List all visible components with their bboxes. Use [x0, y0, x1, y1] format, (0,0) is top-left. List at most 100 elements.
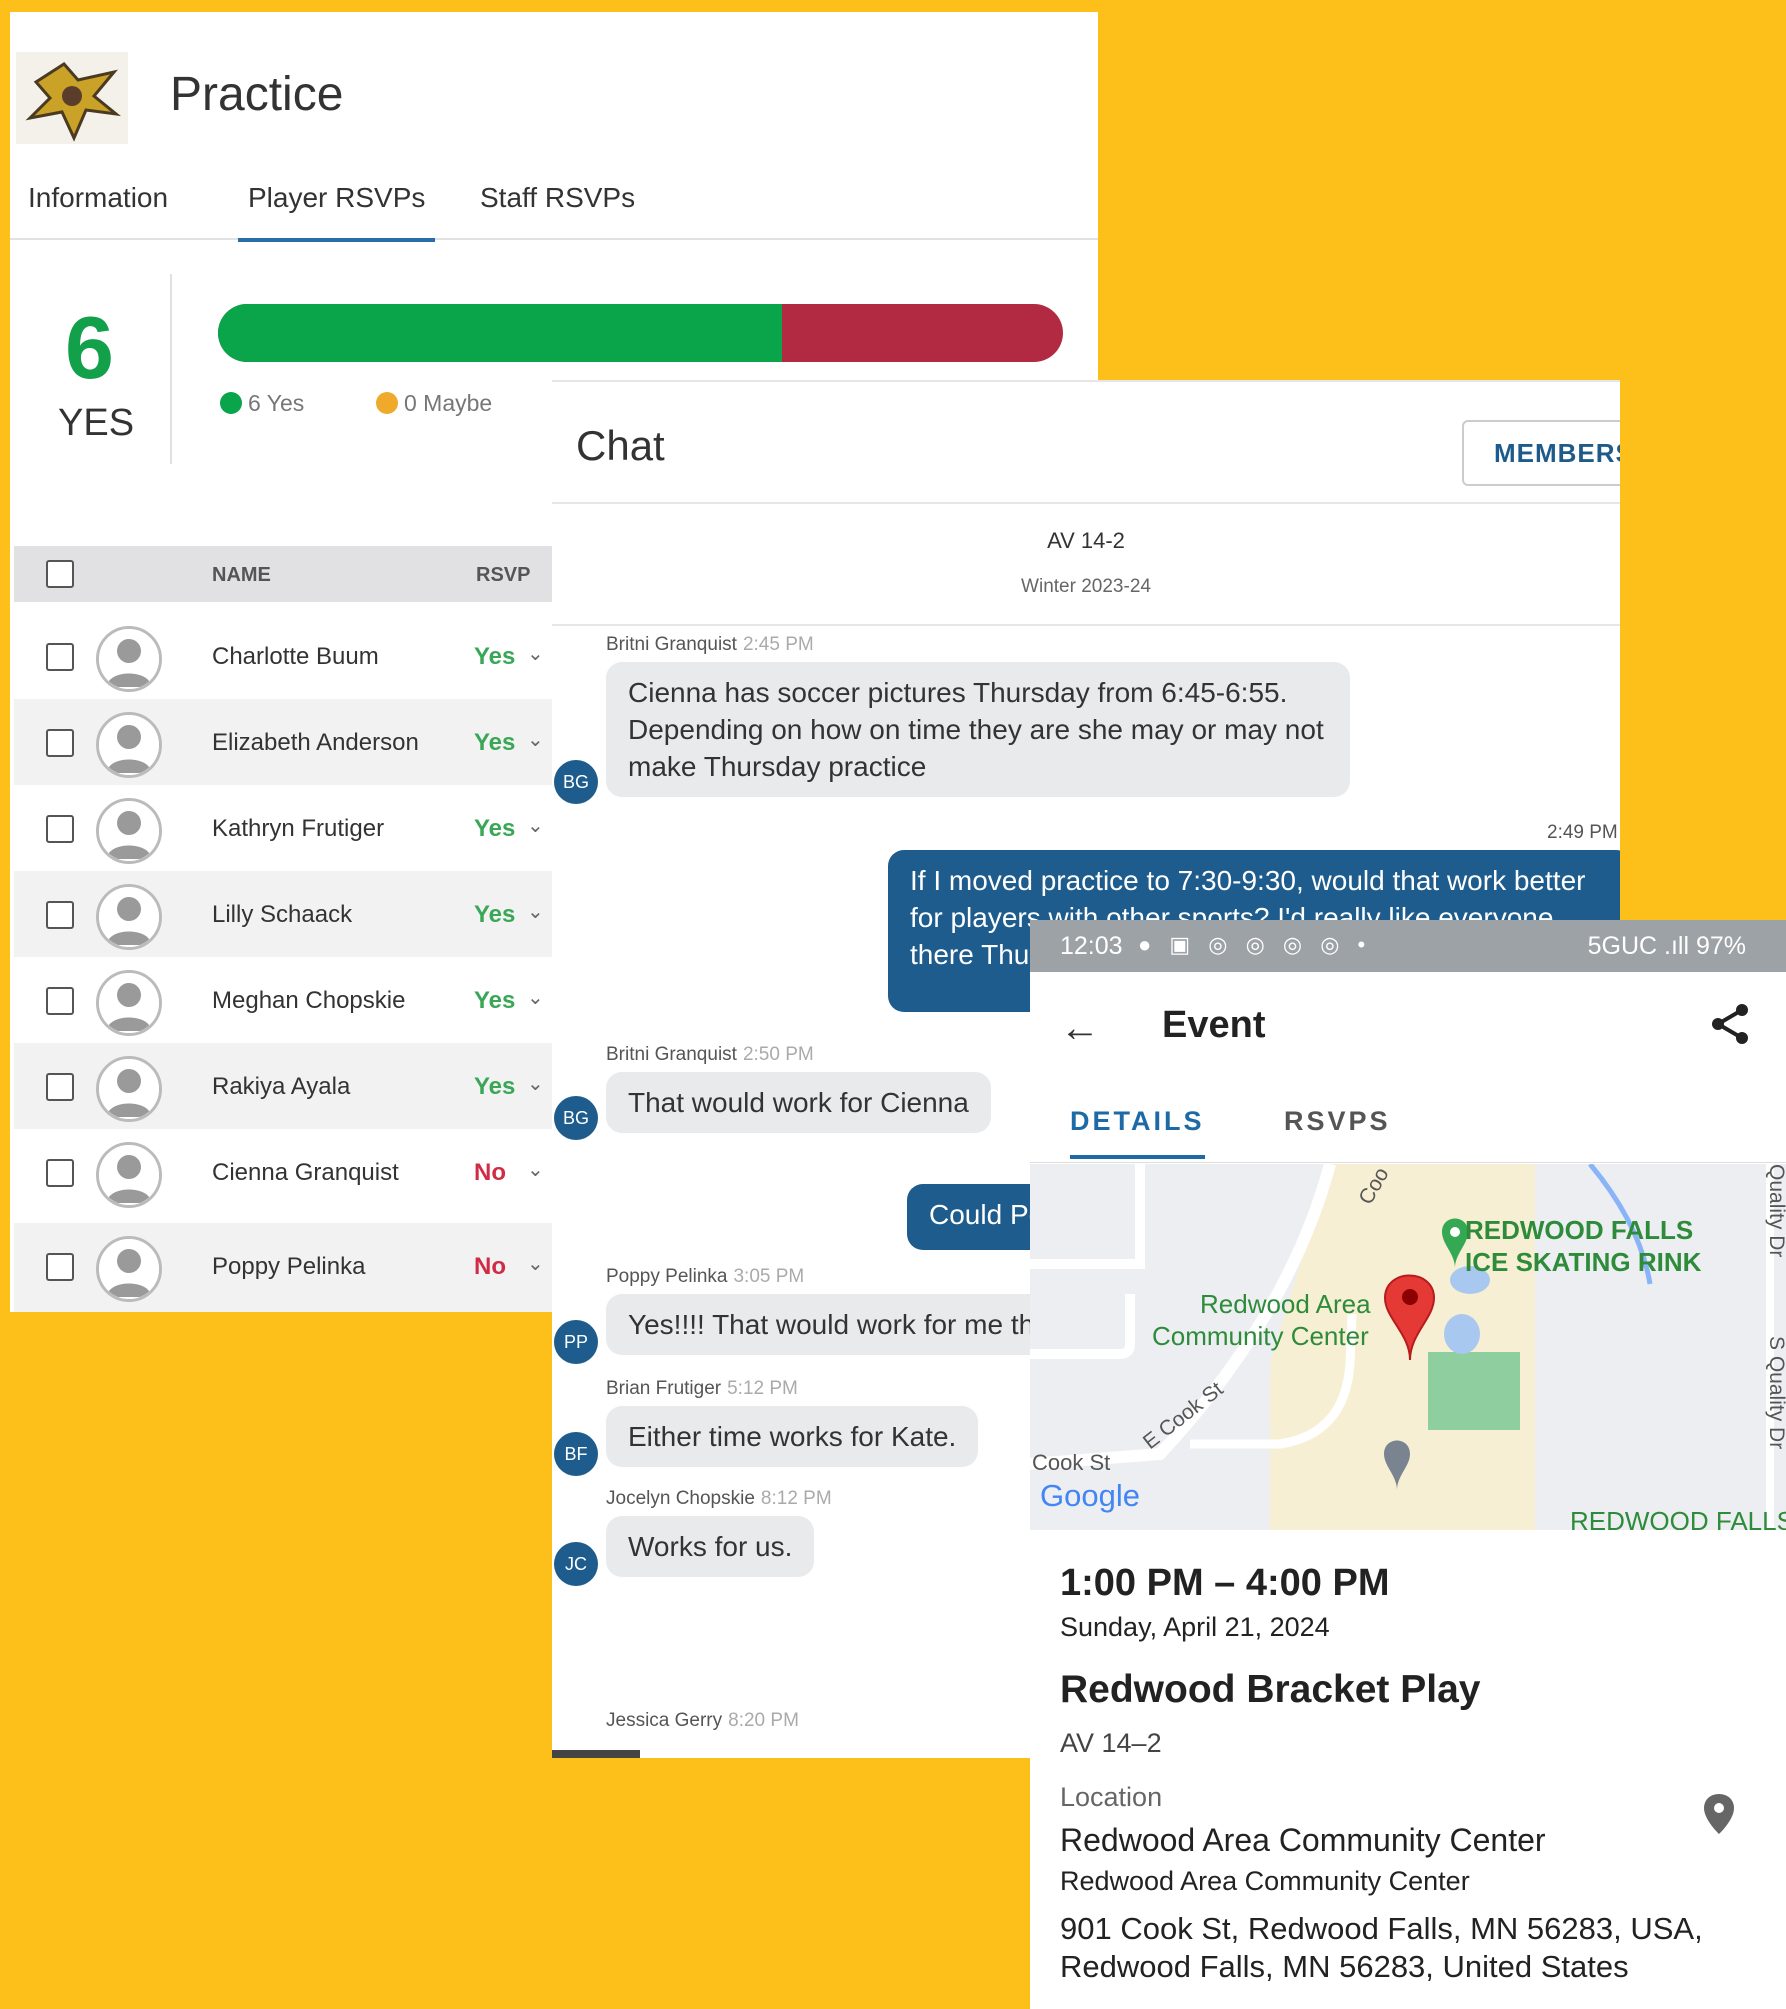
location-label: Location	[1060, 1782, 1163, 1812]
row-checkbox[interactable]	[46, 901, 74, 929]
avatar	[96, 1142, 162, 1208]
chevron-down-icon[interactable]: ⌄	[527, 1071, 544, 1096]
row-checkbox[interactable]	[46, 1073, 74, 1101]
group-name: AV 14-2	[1047, 528, 1125, 553]
screen-title: Event	[1162, 1004, 1266, 1046]
chevron-down-icon[interactable]: ⌄	[527, 899, 544, 924]
chevron-down-icon[interactable]: ⌄	[527, 641, 544, 666]
map-label: ICE SKATING RINK	[1465, 1247, 1702, 1277]
divider	[1030, 1162, 1786, 1163]
player-name: Cienna Granquist	[212, 1159, 399, 1186]
message-meta: Brian Frutiger 5:12 PM	[606, 1378, 798, 1399]
tab-player-rsvps[interactable]: Player RSVPs	[238, 182, 436, 242]
rsvp-status[interactable]: Yes	[474, 729, 515, 757]
row-checkbox[interactable]	[46, 1253, 74, 1281]
user-icon	[99, 1059, 159, 1119]
location-address[interactable]: 901 Cook St, Redwood Falls, MN 56283, US…	[1060, 1910, 1760, 1986]
message-meta: Britni Granquist 2:45 PM	[606, 634, 814, 655]
message-bubble: That would work for Cienna	[606, 1072, 991, 1133]
user-icon	[99, 801, 159, 861]
user-icon	[99, 715, 159, 775]
location-subtitle: Redwood Area Community Center	[1060, 1866, 1470, 1896]
map-label: Redwood Area	[1200, 1289, 1371, 1319]
message-meta: Poppy Pelinka 3:05 PM	[606, 1266, 805, 1287]
rsvp-status[interactable]: Yes	[474, 815, 515, 843]
player-name: Elizabeth Anderson	[212, 729, 419, 756]
chevron-down-icon[interactable]: ⌄	[527, 1251, 544, 1276]
chat-title: Chat	[576, 422, 665, 469]
user-icon	[99, 1145, 159, 1205]
rsvp-bar-yes-segment	[218, 304, 782, 362]
avatar	[96, 798, 162, 864]
rsvp-status[interactable]: Yes	[474, 901, 515, 929]
share-icon[interactable]	[1710, 1002, 1750, 1046]
chevron-down-icon[interactable]: ⌄	[527, 813, 544, 838]
map-label: Community Center	[1152, 1321, 1369, 1351]
map-label: REDWOOD FALLS	[1570, 1506, 1786, 1530]
chevron-down-icon[interactable]: ⌄	[527, 985, 544, 1010]
player-name: Meghan Chopskie	[212, 987, 406, 1014]
back-arrow-icon[interactable]: ←	[1060, 1006, 1100, 1051]
google-logo: Google	[1040, 1478, 1140, 1513]
message-bubble: Either time works for Kate.	[606, 1406, 979, 1467]
user-icon	[99, 629, 159, 689]
avatar	[96, 712, 162, 778]
row-checkbox[interactable]	[46, 1159, 74, 1187]
event-team: AV 14–2	[1060, 1728, 1162, 1758]
rsvp-status[interactable]: No	[474, 1159, 506, 1187]
message-meta: Jocelyn Chopskie 8:12 PM	[606, 1488, 832, 1509]
tab-information[interactable]: Information	[28, 182, 168, 238]
page-title: Practice	[170, 68, 344, 121]
message-meta: Jessica Gerry 8:20 PM	[606, 1710, 799, 1731]
location-name[interactable]: Redwood Area Community Center	[1060, 1822, 1546, 1859]
avatar-initials: JC	[554, 1542, 598, 1586]
event-panel: 12:03 ● ▣ ◎ ◎ ◎ ◎ • 5GUC .ıll 97% ← Even…	[1030, 920, 1786, 2009]
tab-staff-rsvps[interactable]: Staff RSVPs	[480, 182, 635, 238]
row-checkbox[interactable]	[46, 643, 74, 671]
tab-details[interactable]: DETAILS	[1070, 1106, 1205, 1159]
user-icon	[99, 1239, 159, 1299]
avatar-initials: PP	[554, 1320, 598, 1364]
yes-dot-icon	[220, 392, 242, 414]
members-button[interactable]: MEMBERS	[1462, 420, 1620, 486]
player-name: Lilly Schaack	[212, 901, 353, 928]
legend-maybe: 0 Maybe	[376, 390, 492, 417]
rsvp-status[interactable]: No	[474, 1253, 506, 1281]
select-all-checkbox[interactable]	[46, 560, 74, 588]
notification-icons: ● ▣ ◎ ◎ ◎ ◎ •	[1138, 932, 1372, 957]
avatar	[96, 1236, 162, 1302]
divider	[552, 624, 1620, 626]
avatar	[96, 884, 162, 950]
user-icon	[99, 887, 159, 947]
player-name: Charlotte Buum	[212, 643, 379, 670]
rsvp-progress-bar	[218, 304, 1063, 362]
legend-yes: 6 Yes	[220, 390, 304, 417]
message-bubble: Works for us.	[606, 1516, 815, 1577]
tab-rsvps[interactable]: RSVPS	[1284, 1106, 1391, 1137]
status-bar: 12:03 ● ▣ ◎ ◎ ◎ ◎ • 5GUC .ıll 97%	[1030, 920, 1786, 972]
location-pin-icon[interactable]	[1702, 1792, 1736, 1836]
chevron-down-icon[interactable]: ⌄	[527, 727, 544, 752]
row-checkbox[interactable]	[46, 729, 74, 757]
row-checkbox[interactable]	[46, 815, 74, 843]
rsvp-status[interactable]: Yes	[474, 643, 515, 671]
chevron-down-icon[interactable]: ⌄	[527, 1157, 544, 1182]
team-logo	[16, 52, 128, 144]
avatar-initials: BG	[554, 760, 598, 804]
rsvp-status[interactable]: Yes	[474, 987, 515, 1015]
message-bubble: Cienna has soccer pictures Thursday from…	[606, 662, 1350, 797]
event-date: Sunday, April 21, 2024	[1060, 1612, 1330, 1642]
group-season: Winter 2023-24	[1021, 576, 1151, 597]
map-label: REDWOOD FALLS	[1465, 1215, 1693, 1245]
avatar-initials: BF	[554, 1432, 598, 1476]
maybe-dot-icon	[376, 392, 398, 414]
scrollbar[interactable]	[552, 1750, 640, 1758]
location-map[interactable]: REDWOOD FALLS ICE SKATING RINK Redwood A…	[1030, 1164, 1786, 1530]
event-time-range: 1:00 PM – 4:00 PM	[1060, 1562, 1390, 1604]
player-name: Poppy Pelinka	[212, 1253, 366, 1280]
event-name: Redwood Bracket Play	[1060, 1668, 1481, 1711]
avatar	[96, 626, 162, 692]
row-checkbox[interactable]	[46, 987, 74, 1015]
rsvp-status[interactable]: Yes	[474, 1073, 515, 1101]
avatar	[96, 970, 162, 1036]
